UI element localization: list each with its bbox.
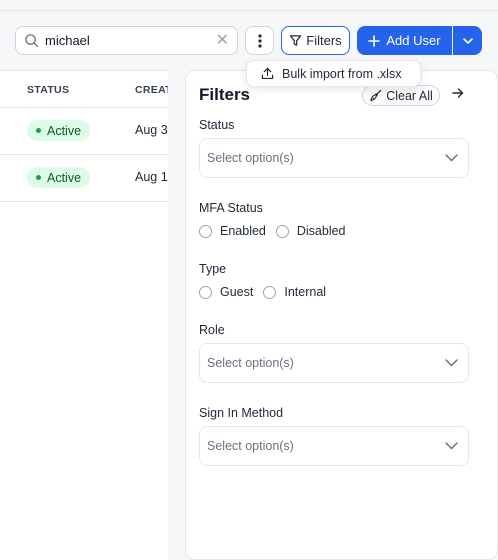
type-option-internal[interactable]: Internal: [263, 285, 326, 299]
type-option-guest-label: Guest: [220, 285, 254, 299]
role-select[interactable]: Select option(s): [199, 343, 469, 383]
top-divider: [0, 10, 498, 11]
radio-button[interactable]: [263, 285, 277, 299]
type-radio-group: Guest Internal: [199, 285, 336, 299]
column-header-created[interactable]: CREATED: [135, 84, 168, 96]
clear-all-label: Clear All: [386, 88, 433, 103]
radio-button[interactable]: [199, 224, 212, 238]
filters-panel: Filters Clear All Status Select option(s…: [185, 70, 498, 560]
chevron-down-icon: [445, 359, 458, 367]
radio-button[interactable]: [199, 285, 212, 299]
chevron-down-icon: [462, 37, 473, 44]
bulk-import-label: Bulk import from .xlsx: [282, 66, 402, 81]
search-box[interactable]: ✕: [15, 26, 238, 55]
status-dot: [36, 175, 41, 180]
status-filter-label: Status: [199, 118, 235, 132]
more-options-button[interactable]: [245, 26, 274, 55]
users-table: STATUS CREATED Active Aug 3 Active Aug 1…: [0, 70, 168, 560]
filters-panel-title: Filters: [199, 85, 251, 104]
chevron-down-icon: [445, 442, 458, 450]
type-option-internal-label: Internal: [284, 285, 327, 299]
role-select-placeholder: Select option(s): [207, 356, 294, 370]
clear-all-button[interactable]: Clear All: [362, 85, 440, 106]
created-date: Aug 3: [135, 123, 168, 137]
add-user-label: Add User: [386, 33, 441, 48]
mfa-radio-group: Enabled Disabled: [199, 224, 356, 238]
clear-search-icon[interactable]: ✕: [216, 32, 229, 49]
column-header-status[interactable]: STATUS: [27, 84, 69, 96]
table-row[interactable]: Active Aug 11: [0, 155, 168, 202]
arrow-right-icon[interactable]: [452, 87, 464, 99]
type-filter-label: Type: [199, 262, 227, 276]
sign-in-method-filter-label: Sign In Method: [199, 406, 284, 420]
filters-button-label: Filters: [306, 33, 342, 48]
type-option-guest[interactable]: Guest: [199, 285, 253, 299]
sign-in-method-select[interactable]: Select option(s): [199, 426, 469, 466]
filters-button[interactable]: Filters: [281, 26, 350, 55]
status-select[interactable]: Select option(s): [199, 138, 469, 178]
created-date: Aug 11: [135, 170, 168, 184]
search-icon: [25, 34, 38, 47]
mfa-option-enabled[interactable]: Enabled: [199, 224, 266, 238]
status-badge: Active: [27, 167, 91, 188]
upload-icon: [261, 67, 274, 80]
mfa-filter-label: MFA Status: [199, 201, 263, 215]
add-user-button[interactable]: Add User: [357, 26, 452, 55]
status-badge: Active: [27, 120, 91, 141]
broom-icon: [370, 89, 382, 102]
role-filter-label: Role: [199, 323, 225, 337]
plus-icon: [368, 34, 381, 47]
status-text: Active: [47, 170, 82, 185]
bulk-import-menu-item[interactable]: Bulk import from .xlsx: [246, 60, 421, 87]
table-header: STATUS CREATED: [0, 71, 168, 108]
kebab-icon: [257, 33, 262, 48]
status-text: Active: [47, 123, 82, 138]
table-row[interactable]: Active Aug 3: [0, 108, 168, 155]
chevron-down-icon: [445, 154, 458, 162]
status-select-placeholder: Select option(s): [207, 151, 294, 165]
sign-in-method-select-placeholder: Select option(s): [207, 439, 294, 453]
filter-icon: [290, 35, 302, 46]
add-user-dropdown-button[interactable]: [453, 26, 482, 55]
status-dot: [36, 128, 41, 133]
radio-button[interactable]: [275, 224, 289, 238]
mfa-option-enabled-label: Enabled: [220, 224, 266, 238]
mfa-option-disabled[interactable]: Disabled: [275, 224, 346, 238]
mfa-option-disabled-label: Disabled: [296, 224, 346, 238]
search-input[interactable]: [45, 33, 216, 48]
